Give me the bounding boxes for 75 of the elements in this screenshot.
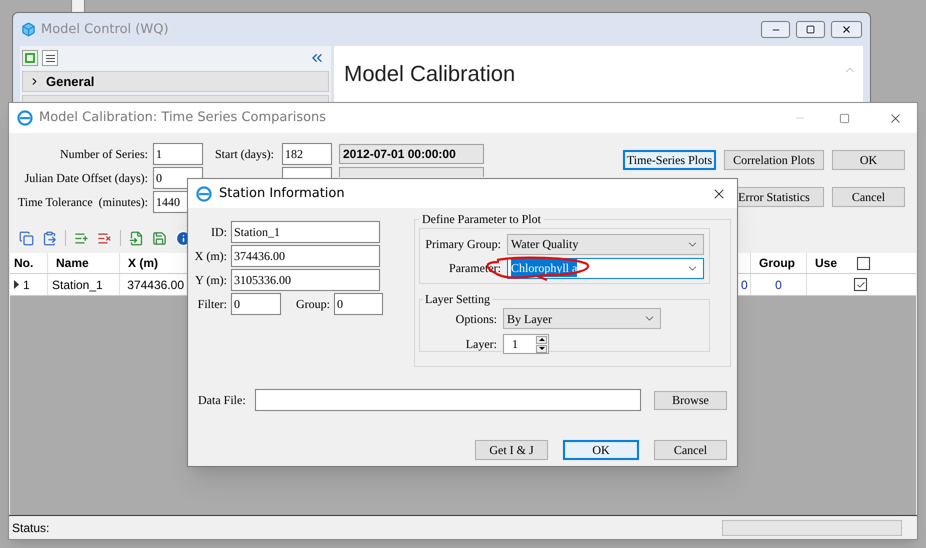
close-icon <box>841 24 852 35</box>
field-label: Group: <box>295 296 330 313</box>
maximize-button[interactable] <box>796 21 825 38</box>
spin-up-icon[interactable] <box>536 336 547 344</box>
row-pointer-icon <box>14 280 19 289</box>
checkbox[interactable] <box>857 256 870 270</box>
maximize-icon <box>806 25 815 34</box>
button[interactable]: OK <box>563 440 639 460</box>
delete-row-icon[interactable] <box>97 230 112 246</box>
column-header: Use <box>815 255 838 272</box>
spin-down-icon[interactable] <box>536 344 547 352</box>
input-field[interactable]: 1 <box>153 143 203 165</box>
table-cell: 0 <box>750 274 806 295</box>
field-label: Y (m): <box>194 272 227 289</box>
field-label: ID: <box>210 224 227 241</box>
table-cell-text: 0 <box>741 276 749 294</box>
input-field[interactable]: 182 <box>282 143 332 165</box>
insert-row-icon[interactable] <box>74 230 89 246</box>
app-icon <box>196 186 212 202</box>
page-title: Model Calibration <box>344 60 516 88</box>
table-cell-text: 1 <box>23 276 30 294</box>
status-label: Status: <box>12 520 50 536</box>
field-label: Data File: <box>198 392 247 409</box>
field-label: Start (days): <box>215 146 275 163</box>
minimize-button[interactable] <box>761 21 790 38</box>
save-icon[interactable] <box>152 230 167 246</box>
input-field[interactable]: 374436.00 <box>231 245 380 267</box>
button[interactable]: OK <box>832 150 905 170</box>
input-field[interactable]: 0 <box>334 293 383 315</box>
field-label: Filter: <box>196 296 227 313</box>
spin-box[interactable]: 1 <box>503 334 549 354</box>
maximize-icon[interactable] <box>839 112 850 124</box>
app-icon <box>17 110 33 126</box>
field-label: Time Tolerance (minutes): <box>16 194 148 211</box>
field-label: Julian Date Offset (days): <box>24 170 148 187</box>
group-title: Define Parameter to Plot <box>421 211 542 228</box>
input-field[interactable] <box>282 167 332 178</box>
button[interactable]: Cancel <box>654 440 727 460</box>
button[interactable]: Browse <box>654 390 727 410</box>
button[interactable]: Cancel <box>832 186 905 206</box>
field-label: Layer: <box>464 336 497 353</box>
window-title: Model Control (WQ) <box>41 20 170 39</box>
field-label: Options: <box>454 310 497 328</box>
window-title: Model Calibration: Time Series Comparisons <box>39 109 328 128</box>
dropdown[interactable]: By Layer <box>503 308 661 329</box>
input-field[interactable]: Station_1 <box>231 221 380 243</box>
field-label: Primary Group: <box>425 236 501 253</box>
column-header: No. <box>10 253 48 273</box>
column-header: Group <box>750 253 806 273</box>
dialog-title: Station Information <box>219 184 346 203</box>
dropdown[interactable]: Water Quality <box>507 234 704 254</box>
button[interactable]: Get I & J <box>475 440 548 460</box>
button[interactable]: Correlation Plots <box>724 150 824 170</box>
close-button[interactable] <box>831 21 862 38</box>
button[interactable]: Time-Series Plots <box>623 150 716 170</box>
table-cell: Station_1 <box>48 274 120 295</box>
field-label: Number of Series: <box>59 146 148 163</box>
check-icon <box>856 280 866 290</box>
window-edge <box>71 0 85 12</box>
import-icon[interactable] <box>129 230 144 246</box>
date-display: 2012-07-01 00:00:00 <box>339 144 484 164</box>
paste-icon[interactable] <box>42 230 57 246</box>
table-cell-text: 374436.00 <box>126 276 185 294</box>
input-field[interactable]: 0 <box>231 293 281 315</box>
group-title: Layer Setting <box>424 291 491 308</box>
list-icon[interactable] <box>42 50 58 66</box>
section-header[interactable]: General <box>22 71 329 92</box>
input-field[interactable]: 3105336.00 <box>231 269 380 291</box>
checkbox[interactable] <box>854 278 867 291</box>
input-field[interactable] <box>255 389 641 411</box>
column-header: Name <box>48 253 120 273</box>
field-label: X (m): <box>194 248 227 265</box>
copy-icon[interactable] <box>19 230 34 246</box>
column-header: X (m) <box>127 255 159 272</box>
cube-icon <box>21 22 36 37</box>
